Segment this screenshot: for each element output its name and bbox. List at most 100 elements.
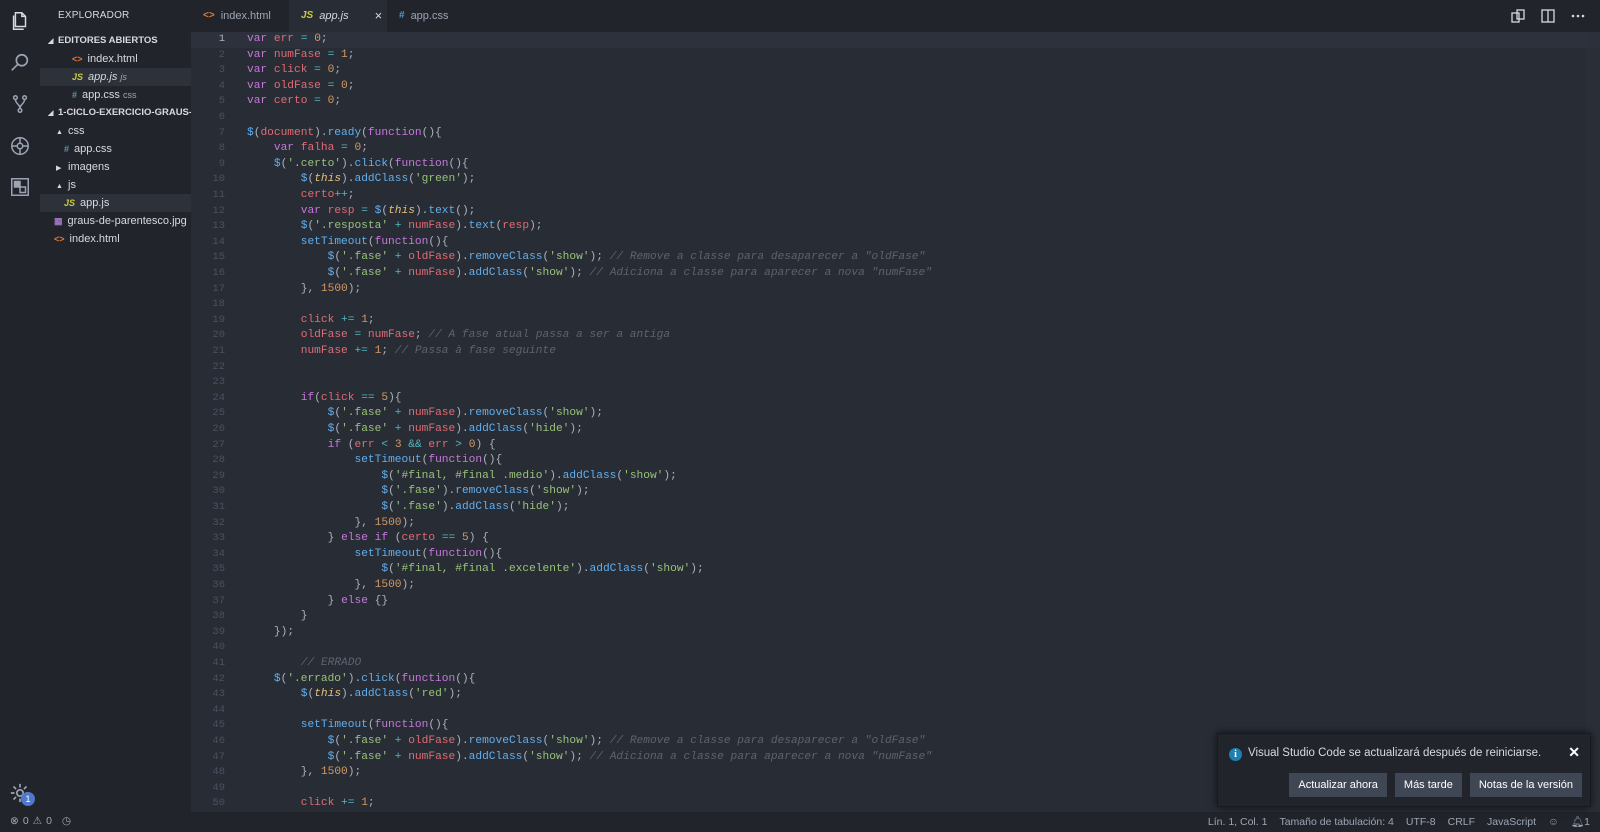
line-number: 29 — [212, 469, 225, 482]
line-code: if (err < 3 && err > 0) { — [327, 438, 496, 451]
open-editors-header[interactable]: ◢ EDITORES ABIERTOS — [40, 32, 191, 50]
problems-indicator[interactable]: ⊗ 0 ⚠ 0 ◷ — [10, 815, 71, 827]
line-number: 44 — [212, 703, 225, 716]
line-number: 10 — [212, 173, 225, 186]
file-app-js[interactable]: JS app.js — [40, 194, 191, 212]
line-code: }, 1500); — [300, 282, 362, 295]
open-changes-icon[interactable] — [1510, 8, 1526, 27]
line-code: // ERRADO — [300, 657, 362, 669]
line-code: }, 1500); — [354, 579, 415, 591]
line-number: 20 — [212, 329, 225, 342]
line-number: 3 — [218, 64, 225, 77]
line-code: $('.fase' + oldFase).removeClass('show')… — [327, 251, 926, 264]
open-editor-index-html[interactable]: <> index.html — [40, 50, 191, 68]
tab-size[interactable]: Tamaño de tabulación: 4 — [1279, 816, 1393, 828]
update-now-button[interactable]: Actualizar ahora — [1289, 773, 1387, 797]
notification-message: Visual Studio Code se actualizará despué… — [1248, 747, 1542, 759]
line-code: $('.fase' + numFase).addClass('show'); /… — [327, 750, 932, 763]
line-code: $('.fase').addClass('hide'); — [381, 501, 570, 513]
line-number: 37 — [212, 594, 225, 607]
line-number: 50 — [212, 797, 225, 810]
line-number: 41 — [212, 657, 225, 669]
line-code: } else {} — [327, 594, 389, 607]
line-number: 12 — [212, 204, 225, 217]
line-number: 22 — [212, 360, 225, 373]
line-number: 43 — [212, 688, 225, 701]
file-index-html[interactable]: <> index.html — [40, 230, 191, 248]
file-graus-de-parentesco-jpg[interactable]: ▦ graus-de-parentesco.jpg — [40, 212, 191, 230]
css-file-icon: # — [399, 10, 405, 21]
line-number: 34 — [212, 547, 225, 560]
status-bar: ⊗ 0 ⚠ 0 ◷ Lín. 1, Col. 1 Tamaño de tabulac… — [0, 812, 1600, 832]
line-number: 27 — [212, 438, 225, 451]
js-file-icon: JS — [301, 10, 314, 21]
split-editor-icon[interactable] — [1540, 8, 1556, 27]
line-code: var err = 0; — [247, 33, 328, 45]
editor-scrollbar[interactable] — [1586, 32, 1600, 812]
search-icon[interactable] — [9, 52, 31, 74]
line-ending[interactable]: CRLF — [1448, 816, 1475, 828]
code-editor[interactable]: 1 var err = 0; 2 var numFase = 1; 3 var click… — [191, 32, 1600, 812]
debug-icon[interactable] — [9, 135, 31, 157]
html-file-icon: <> — [203, 10, 215, 21]
line-code: click += 1; — [300, 797, 375, 810]
line-code: $(document).ready(function(){ — [247, 126, 442, 139]
line-code: var resp = $(this).text(); — [300, 204, 476, 217]
language-mode[interactable]: JavaScript — [1487, 816, 1536, 828]
file-app-css[interactable]: # app.css — [40, 140, 191, 158]
css-file-icon: # — [64, 144, 70, 154]
line-code: numFase += 1; // Passa à fase seguinte — [300, 345, 556, 357]
line-code: $(this).addClass('red'); — [300, 688, 462, 701]
line-number: 8 — [218, 142, 225, 155]
cursor-position[interactable]: Lín. 1, Col. 1 — [1208, 816, 1268, 828]
source-control-icon[interactable] — [9, 93, 31, 115]
line-code: var falha = 0; — [273, 142, 368, 155]
editor-tabs: <> index.html JS app.js × # app.css — [191, 0, 1600, 32]
bell-icon: 🔔︎ — [1570, 816, 1585, 828]
tab-app-css[interactable]: # app.css — [387, 0, 485, 32]
folder-css[interactable]: ▲ css — [40, 122, 191, 140]
encoding[interactable]: UTF-8 — [1406, 816, 1436, 828]
update-badge: 1 — [21, 792, 35, 806]
explorer-title: EXPLORADOR — [58, 10, 130, 21]
line-number: 14 — [212, 235, 225, 248]
line-code: setTimeout(function(){ — [354, 547, 503, 560]
js-file-icon: JS — [72, 72, 84, 82]
files-icon[interactable] — [9, 10, 31, 32]
line-number: 2 — [218, 48, 225, 61]
line-code: setTimeout(function(){ — [300, 719, 449, 732]
extensions-icon[interactable] — [9, 176, 31, 198]
later-button[interactable]: Más tarde — [1394, 773, 1462, 797]
warning-icon: ⚠ — [32, 815, 43, 827]
notifications-bell[interactable]: 🔔︎1 — [1571, 815, 1590, 828]
line-number: 15 — [212, 251, 225, 264]
tab-index-html[interactable]: <> index.html — [191, 0, 289, 32]
line-number: 42 — [212, 672, 225, 685]
line-code: $('.fase' + numFase).addClass('show'); /… — [327, 267, 932, 279]
open-editor-app-css[interactable]: # app.css css — [40, 86, 191, 104]
line-code: }, 1500); — [354, 516, 415, 529]
folder-imagens[interactable]: ▶ imagens — [40, 158, 191, 176]
release-notes-button[interactable]: Notas de la versión — [1469, 773, 1582, 797]
line-number: 9 — [218, 157, 225, 170]
close-icon[interactable]: × — [375, 0, 383, 32]
line-code: $(this).addClass('green'); — [300, 173, 476, 186]
feedback-smiley-icon[interactable]: ☺ — [1548, 816, 1559, 828]
line-number: 4 — [218, 79, 225, 92]
line-code: }); — [273, 625, 295, 638]
folder-js[interactable]: ▲ js — [40, 176, 191, 194]
line-code: var numFase = 1; — [247, 48, 355, 61]
folder-collapsed-icon: ▶ — [56, 165, 62, 172]
image-file-icon: ▦ — [54, 216, 63, 226]
line-code: $('.fase' + numFase).removeClass('show')… — [327, 407, 603, 420]
tab-app-js[interactable]: JS app.js × — [289, 0, 387, 32]
line-code: $('#final, #final .medio').addClass('sho… — [381, 469, 677, 482]
line-number: 13 — [212, 220, 225, 233]
line-number: 7 — [218, 126, 225, 139]
line-number: 31 — [212, 501, 225, 513]
close-icon[interactable]: ✕ — [1568, 744, 1580, 761]
more-actions-icon[interactable] — [1570, 8, 1586, 27]
line-number: 18 — [212, 298, 225, 311]
open-editor-app-js[interactable]: JS app.js js — [40, 68, 191, 86]
project-folder-header[interactable]: ◢ 1-CICLO-EXERCICIO-GRAUS-... — [40, 104, 191, 122]
